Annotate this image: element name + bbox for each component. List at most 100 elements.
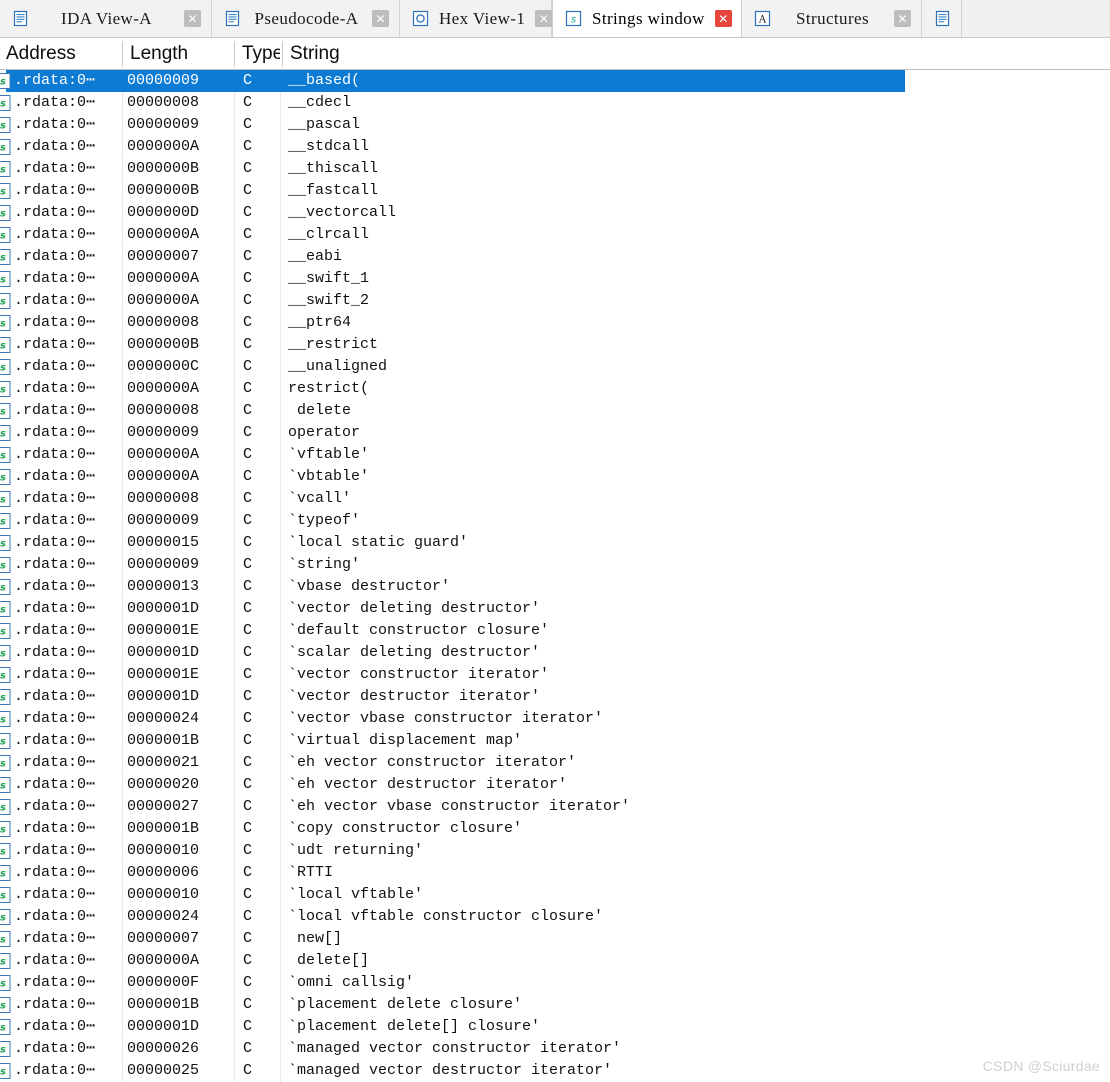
table-row[interactable]: s .rdata:0⋯ 0000000A C delete[] [0, 950, 1110, 972]
cell-string: `managed vector destructor iterator' [288, 1062, 613, 1079]
table-row[interactable]: s .rdata:0⋯ 0000000F C `omni callsig' [0, 972, 1110, 994]
tab-hex-view-1[interactable]: Hex View-1 ✕ [400, 0, 553, 37]
string-item-icon: s [0, 139, 13, 155]
svg-text:A: A [758, 14, 767, 25]
table-row[interactable]: s .rdata:0⋯ 00000008 C `vcall' [0, 488, 1110, 510]
cell-type: C [243, 1018, 253, 1035]
cell-string: `string' [288, 556, 361, 573]
table-row[interactable]: s .rdata:0⋯ 0000000A C `vbtable' [0, 466, 1110, 488]
cell-address: .rdata:0⋯ [14, 688, 96, 705]
table-row[interactable]: s .rdata:0⋯ 00000006 C `RTTI [0, 862, 1110, 884]
svg-text:s: s [0, 891, 6, 902]
watermark: CSDN @Sciurdae [982, 1058, 1100, 1074]
column-header-type[interactable]: Type [236, 38, 280, 69]
cell-address: .rdata:0⋯ [14, 94, 96, 111]
table-row[interactable]: s .rdata:0⋯ 0000000B C __fastcall [0, 180, 1110, 202]
column-divider[interactable] [122, 41, 123, 67]
tab-pseudocode-a[interactable]: Pseudocode-A ✕ [212, 0, 400, 37]
table-row[interactable]: s .rdata:0⋯ 00000009 C __pascal [0, 114, 1110, 136]
string-item-icon: s [0, 73, 13, 89]
table-row[interactable]: s .rdata:0⋯ 00000024 C `vector vbase constru… [0, 708, 1110, 730]
table-row[interactable]: s .rdata:0⋯ 00000008 C __ptr64 [0, 312, 1110, 334]
table-row[interactable]: s .rdata:0⋯ 00000007 C new[] [0, 928, 1110, 950]
cell-address: .rdata:0⋯ [14, 512, 96, 529]
table-row[interactable]: s .rdata:0⋯ 00000025 C `managed vector destr… [0, 1060, 1110, 1082]
table-row[interactable]: s .rdata:0⋯ 00000008 C delete [0, 400, 1110, 422]
table-row[interactable]: s .rdata:0⋯ 0000000A C `vftable' [0, 444, 1110, 466]
string-item-icon: s [0, 821, 13, 837]
table-row[interactable]: s .rdata:0⋯ 00000024 C `local vftable constr… [0, 906, 1110, 928]
table-row[interactable]: s .rdata:0⋯ 00000010 C `local vftable' [0, 884, 1110, 906]
table-row[interactable]: s .rdata:0⋯ 0000000B C __thiscall [0, 158, 1110, 180]
strings-table[interactable]: s .rdata:0⋯ 00000009 C __based(s .rdata:0⋯ 000… [0, 70, 1110, 1082]
table-row[interactable]: s .rdata:0⋯ 00000008 C __cdecl [0, 92, 1110, 114]
cell-address: .rdata:0⋯ [14, 204, 96, 221]
cell-type: C [243, 974, 253, 991]
table-row[interactable]: s .rdata:0⋯ 0000001D C `vector deleting dest… [0, 598, 1110, 620]
table-row[interactable]: s .rdata:0⋯ 0000000C C __unaligned [0, 356, 1110, 378]
cell-address: .rdata:0⋯ [14, 820, 96, 837]
table-row[interactable]: s .rdata:0⋯ 0000000A C __swift_2 [0, 290, 1110, 312]
cell-length: 0000000A [127, 380, 200, 397]
table-row[interactable]: s .rdata:0⋯ 0000000A Crestrict( [0, 378, 1110, 400]
string-item-icon: s [0, 205, 13, 221]
column-header-string[interactable]: String [284, 38, 904, 69]
cell-length: 0000000A [127, 952, 200, 969]
table-row[interactable]: s .rdata:0⋯ 00000020 C `eh vector destructor… [0, 774, 1110, 796]
table-row[interactable]: s .rdata:0⋯ 00000007 C __eabi [0, 246, 1110, 268]
cell-length: 0000000C [127, 358, 200, 375]
table-row[interactable]: s .rdata:0⋯ 0000000B C __restrict [0, 334, 1110, 356]
table-row[interactable]: s .rdata:0⋯ 00000013 C `vbase destructor' [0, 576, 1110, 598]
cell-string: `udt returning' [288, 842, 424, 859]
cell-address: .rdata:0⋯ [14, 556, 96, 573]
table-row[interactable]: s .rdata:0⋯ 0000001D C `placement delete[] c… [0, 1016, 1110, 1038]
svg-text:s: s [0, 781, 6, 792]
column-header-length[interactable]: Length [124, 38, 234, 69]
tab-close-icon[interactable]: ✕ [372, 10, 389, 27]
tab-ida-view-a[interactable]: IDA View-A ✕ [0, 0, 212, 37]
table-row[interactable]: s .rdata:0⋯ 0000000A C __swift_1 [0, 268, 1110, 290]
string-item-icon: s [0, 645, 13, 661]
table-row[interactable]: s .rdata:0⋯ 00000009 Coperator [0, 422, 1110, 444]
table-row[interactable]: s .rdata:0⋯ 0000001B C `virtual displacement… [0, 730, 1110, 752]
string-item-icon: s [0, 667, 13, 683]
cell-string: __clrcall [288, 226, 370, 243]
column-header-address[interactable]: Address [0, 38, 122, 69]
table-row[interactable]: s .rdata:0⋯ 0000000A C __stdcall [0, 136, 1110, 158]
tab-close-icon[interactable]: ✕ [535, 10, 553, 27]
table-row[interactable]: s .rdata:0⋯ 0000001B C `copy constructor clo… [0, 818, 1110, 840]
table-row[interactable]: s .rdata:0⋯ 00000009 C `typeof' [0, 510, 1110, 532]
tab-structures[interactable]: A Structures ✕ [742, 0, 922, 37]
column-divider[interactable] [282, 41, 283, 67]
table-row[interactable]: s .rdata:0⋯ 0000000D C __vectorcall [0, 202, 1110, 224]
table-row[interactable]: s .rdata:0⋯ 00000010 C `udt returning' [0, 840, 1110, 862]
svg-text:s: s [0, 847, 6, 858]
cell-address: .rdata:0⋯ [14, 402, 96, 419]
table-row[interactable]: s .rdata:0⋯ 0000001E C `vector constructor i… [0, 664, 1110, 686]
table-row[interactable]: s .rdata:0⋯ 0000001B C `placement delete clo… [0, 994, 1110, 1016]
cell-length: 0000001B [127, 996, 200, 1013]
table-row[interactable]: s .rdata:0⋯ 00000021 C `eh vector constructo… [0, 752, 1110, 774]
tab-strings-window[interactable]: s Strings window ✕ [552, 0, 742, 37]
table-row[interactable]: s .rdata:0⋯ 00000027 C `eh vector vbase cons… [0, 796, 1110, 818]
table-row[interactable]: s .rdata:0⋯ 00000009 C `string' [0, 554, 1110, 576]
table-row[interactable]: s .rdata:0⋯ 0000001D C `scalar deleting dest… [0, 642, 1110, 664]
string-item-icon: s [0, 733, 13, 749]
cell-length: 00000020 [127, 776, 200, 793]
table-row[interactable]: s .rdata:0⋯ 0000001E C `default constructor … [0, 620, 1110, 642]
cell-string: `vftable' [288, 446, 370, 463]
tab-close-icon[interactable]: ✕ [894, 10, 911, 27]
cell-length: 0000000D [127, 204, 200, 221]
column-divider[interactable] [234, 41, 235, 67]
table-row[interactable]: s .rdata:0⋯ 0000001D C `vector destructor it… [0, 686, 1110, 708]
table-row[interactable]: s .rdata:0⋯ 0000000A C __clrcall [0, 224, 1110, 246]
table-row[interactable]: s .rdata:0⋯ 00000015 C `local static guard' [0, 532, 1110, 554]
cell-type: C [243, 248, 253, 265]
table-row[interactable]: s .rdata:0⋯ 00000026 C `managed vector const… [0, 1038, 1110, 1060]
cell-type: C [243, 116, 253, 133]
cell-string: `eh vector constructor iterator' [288, 754, 577, 771]
tab-close-icon[interactable]: ✕ [714, 10, 732, 27]
tab-close-icon[interactable]: ✕ [184, 10, 201, 27]
table-row[interactable]: s .rdata:0⋯ 00000009 C __based( [0, 70, 1110, 92]
tab-overflow-partial[interactable] [922, 0, 962, 37]
